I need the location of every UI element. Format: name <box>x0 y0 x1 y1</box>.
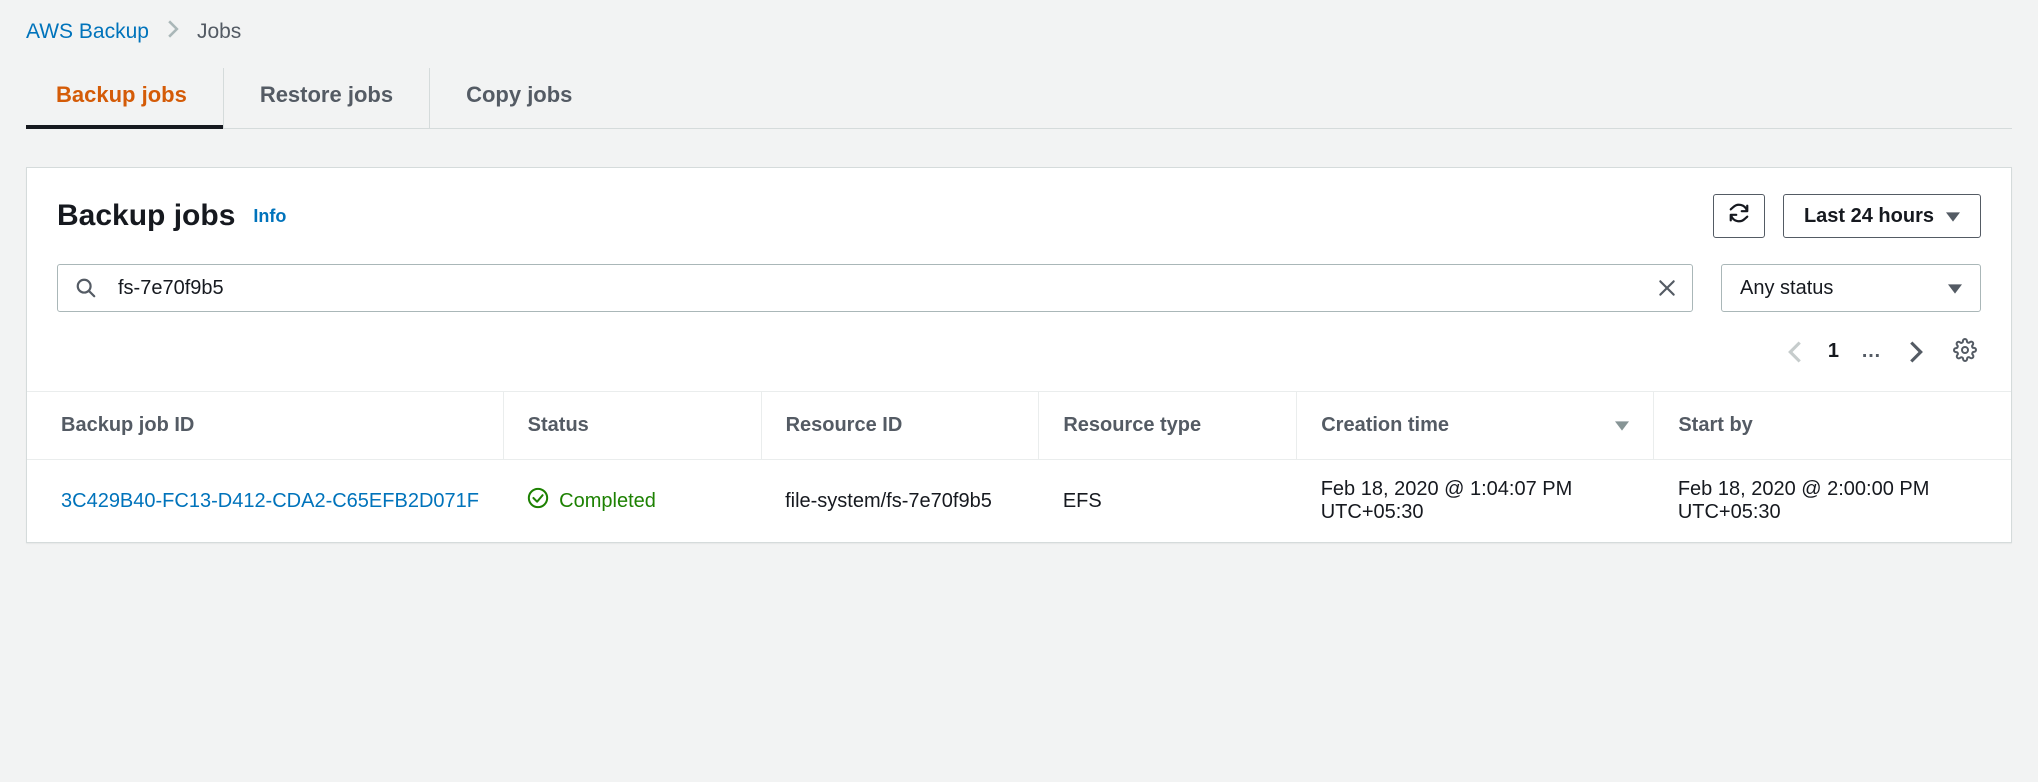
status-filter-label: Any status <box>1740 277 1833 300</box>
resource-type-cell: EFS <box>1039 460 1297 543</box>
col-header-resource-id[interactable]: Resource ID <box>761 392 1039 460</box>
panel-header: Backup jobs Info Last 24 hours <box>27 168 2011 250</box>
backup-jobs-table: Backup job ID Status Resource ID Resourc… <box>27 391 2011 542</box>
table-header-row: Backup job ID Status Resource ID Resourc… <box>27 392 2011 460</box>
status-filter-dropdown[interactable]: Any status <box>1721 264 1981 312</box>
col-header-start-by[interactable]: Start by <box>1654 392 2011 460</box>
table-row: 3C429B40-FC13-D412-CDA2-C65EFB2D071F Com… <box>27 460 2011 543</box>
page-next-button[interactable] <box>1905 337 1927 367</box>
breadcrumb: AWS Backup Jobs <box>26 20 2012 44</box>
col-header-resource-type[interactable]: Resource type <box>1039 392 1297 460</box>
tab-backup-jobs[interactable]: Backup jobs <box>26 68 224 128</box>
page-number-current[interactable]: 1 <box>1828 340 1839 363</box>
refresh-icon <box>1728 202 1750 230</box>
time-filter-dropdown[interactable]: Last 24 hours <box>1783 194 1981 238</box>
table-settings-button[interactable] <box>1949 334 1981 369</box>
resource-id-cell: file-system/fs-7e70f9b5 <box>761 460 1039 543</box>
col-header-job-id[interactable]: Backup job ID <box>27 392 503 460</box>
start-by-cell: Feb 18, 2020 @ 2:00:00 PM UTC+05:30 <box>1654 460 2011 543</box>
search-input[interactable] <box>57 264 1693 312</box>
caret-down-icon <box>1948 277 1962 300</box>
refresh-button[interactable] <box>1713 194 1765 238</box>
info-link[interactable]: Info <box>253 206 286 227</box>
breadcrumb-root-link[interactable]: AWS Backup <box>26 20 149 44</box>
search-field-wrap <box>57 264 1693 312</box>
tab-copy-jobs[interactable]: Copy jobs <box>430 68 608 128</box>
panel-title: Backup jobs <box>57 199 235 233</box>
job-id-link[interactable]: 3C429B40-FC13-D412-CDA2-C65EFB2D071F <box>61 490 479 512</box>
gear-icon <box>1953 338 1977 365</box>
status-text: Completed <box>559 490 656 513</box>
caret-down-icon <box>1946 205 1960 228</box>
col-header-creation-time[interactable]: Creation time <box>1297 392 1654 460</box>
creation-time-cell: Feb 18, 2020 @ 1:04:07 PM UTC+05:30 <box>1297 460 1654 543</box>
backup-jobs-panel: Backup jobs Info Last 24 hours <box>26 167 2012 543</box>
chevron-right-icon <box>167 20 179 44</box>
check-circle-icon <box>527 487 549 515</box>
page-prev-button[interactable] <box>1784 337 1806 367</box>
tabs-bar: Backup jobs Restore jobs Copy jobs <box>26 68 2012 129</box>
time-filter-label: Last 24 hours <box>1804 205 1934 228</box>
tab-restore-jobs[interactable]: Restore jobs <box>224 68 430 128</box>
breadcrumb-current: Jobs <box>197 20 241 44</box>
filter-row: Any status <box>27 250 2011 324</box>
col-header-status[interactable]: Status <box>503 392 761 460</box>
page-ellipsis: … <box>1861 340 1883 363</box>
clear-search-button[interactable] <box>1657 278 1677 298</box>
pagination: 1 … <box>27 324 2011 391</box>
search-icon <box>75 277 97 299</box>
col-header-creation-time-label: Creation time <box>1321 414 1449 436</box>
sort-desc-icon <box>1615 414 1629 437</box>
status-cell: Completed <box>527 487 737 515</box>
